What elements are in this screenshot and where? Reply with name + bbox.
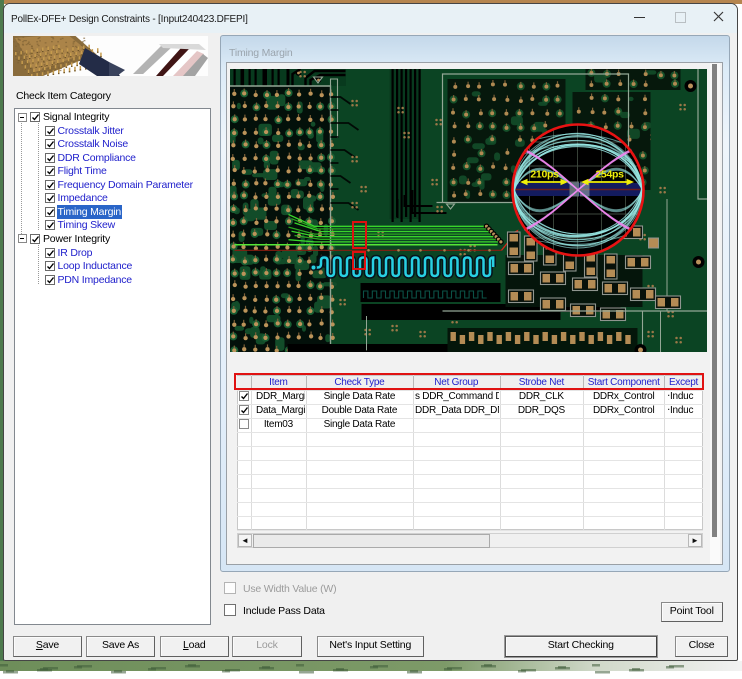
svg-text:210ps: 210ps [530,169,559,181]
svg-text:254ps: 254ps [595,169,624,181]
